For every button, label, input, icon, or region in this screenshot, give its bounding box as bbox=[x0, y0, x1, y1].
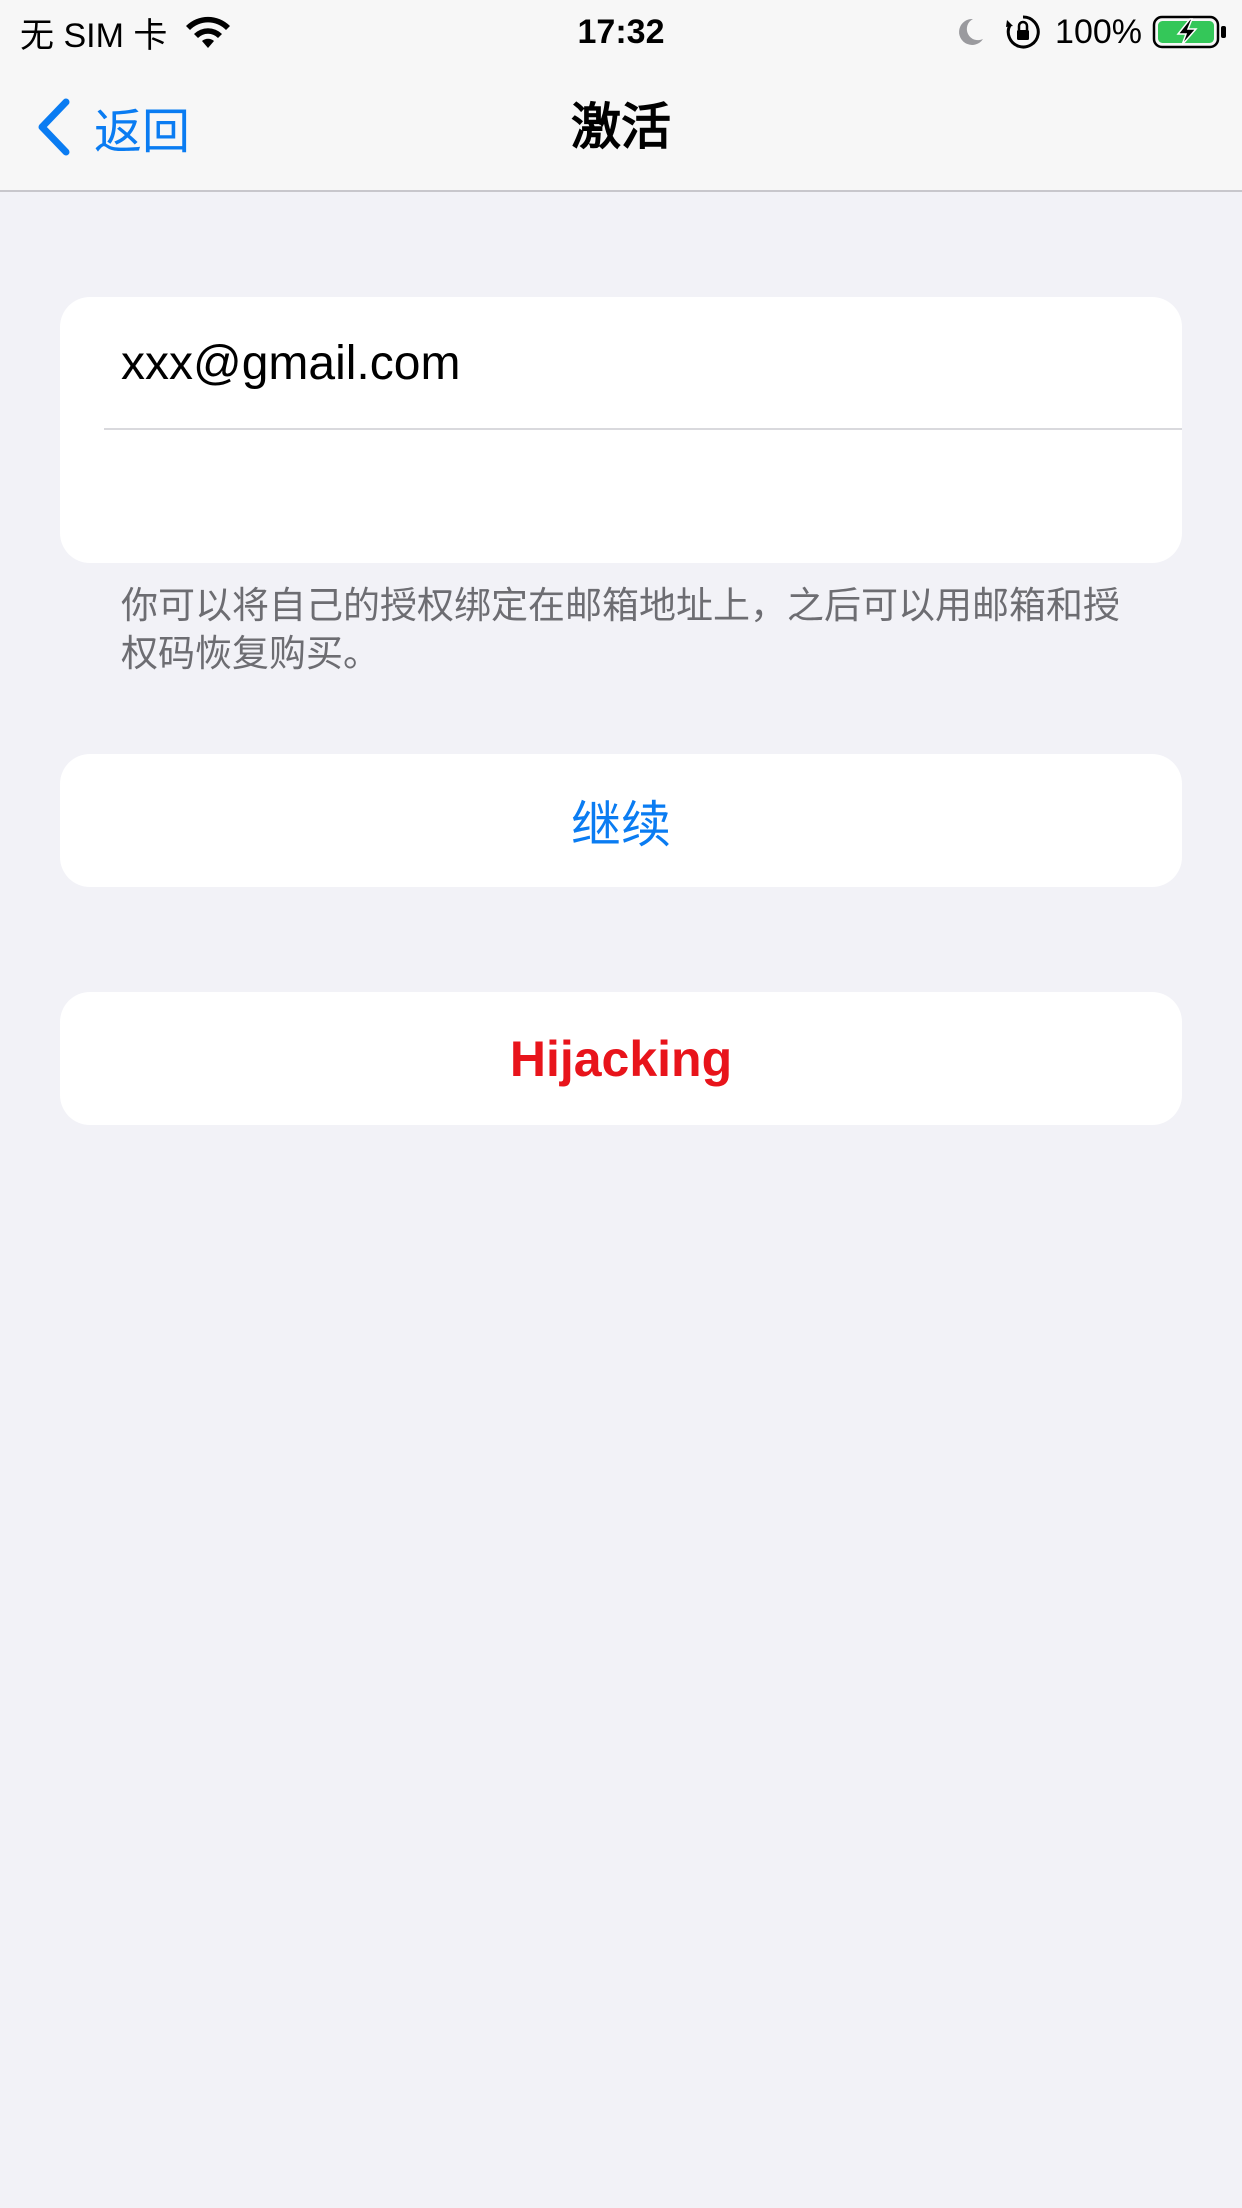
hijacking-button[interactable]: Hijacking bbox=[60, 992, 1182, 1125]
orientation-lock-icon bbox=[1006, 15, 1040, 49]
email-field[interactable] bbox=[121, 336, 1121, 391]
continue-button[interactable]: 继续 bbox=[60, 754, 1182, 887]
moon-icon bbox=[959, 18, 984, 45]
hijacking-label: Hijacking bbox=[509, 1030, 733, 1087]
binding-hint-text: 你可以将自己的授权绑定在邮箱地址上，之后可以用邮箱和授权码恢复购买。 bbox=[121, 585, 1120, 674]
code-field-row bbox=[60, 430, 1182, 563]
battery-percent: 100% bbox=[1055, 12, 1142, 51]
activation-screen: 无 SIM 卡 17:32 100% 返回 激活 xxx@gmail.com 你… bbox=[0, 0, 1242, 2208]
battery-charging-icon bbox=[1152, 15, 1226, 49]
credentials-card bbox=[60, 297, 1182, 563]
status-right: 100% bbox=[953, 10, 1228, 54]
navigation-bar: 返回 激活 bbox=[0, 62, 1242, 192]
license-code-field[interactable] bbox=[121, 469, 1121, 524]
continue-label: 继续 bbox=[571, 796, 671, 853]
email-field-row bbox=[60, 297, 1182, 430]
status-bar: 无 SIM 卡 17:32 100% bbox=[0, 0, 1242, 62]
page-title: 激活 bbox=[571, 99, 671, 155]
